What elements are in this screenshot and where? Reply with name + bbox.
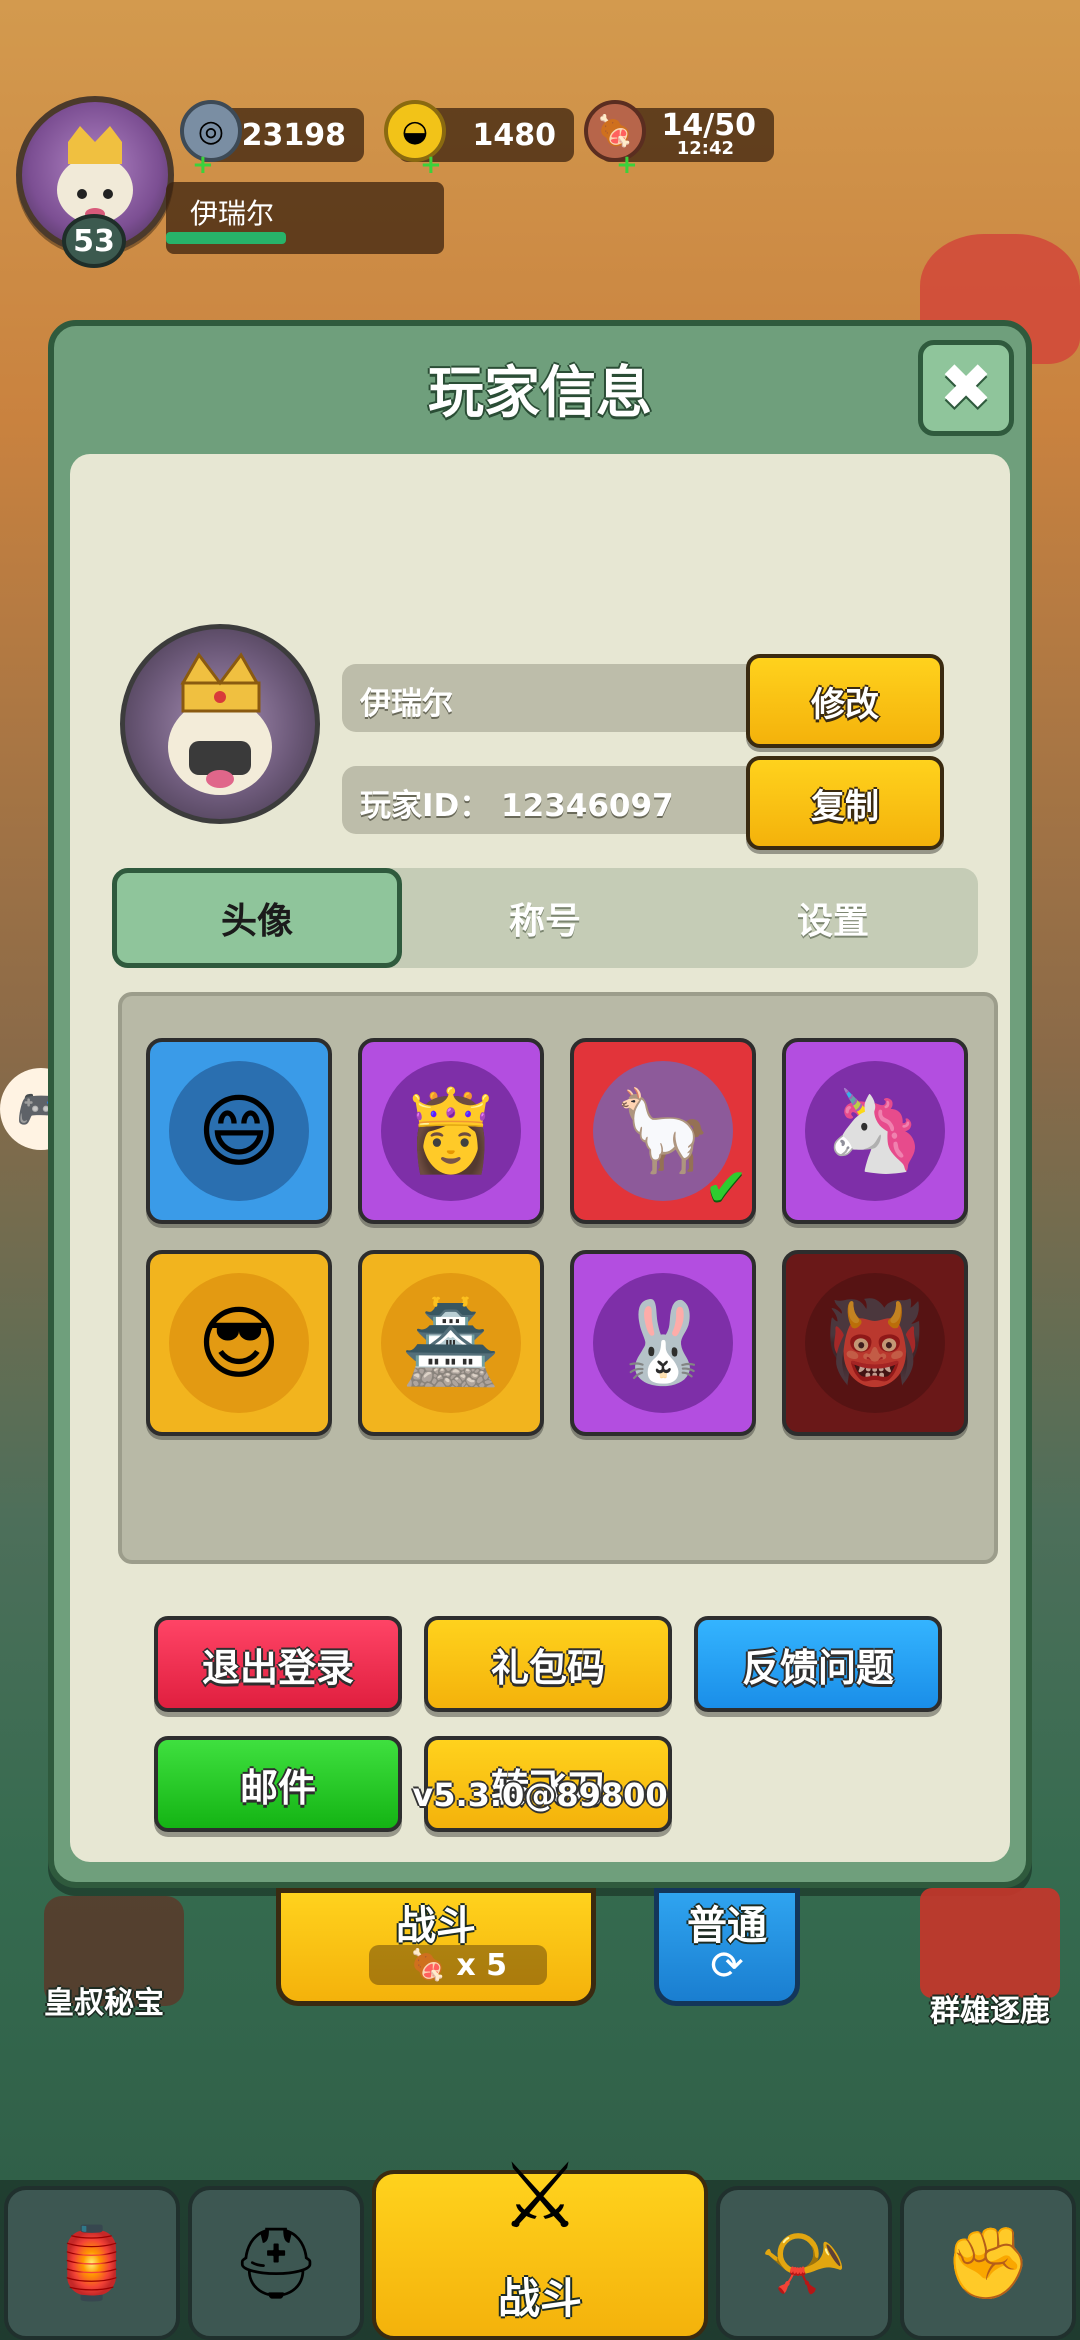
- crossed-swords-icon: ⚔: [499, 2144, 581, 2249]
- edit-name-button[interactable]: 修改: [746, 654, 944, 748]
- close-icon: ✖: [939, 351, 993, 425]
- avatar-grid: 😄 👸 🦙 ✔ 🦄 😎 🏯 🐰 👹: [118, 992, 998, 1564]
- tab-bar: 头像 称号 设置: [112, 868, 978, 968]
- avatar-option-purple-hair[interactable]: 👸: [358, 1038, 544, 1224]
- nav-battle-label: 战斗: [497, 2274, 582, 2323]
- nav-horn[interactable]: 📯: [716, 2186, 892, 2340]
- profile-avatar[interactable]: [120, 624, 320, 824]
- crowned-alpaca-icon: [168, 652, 272, 795]
- horn-icon: 📯: [760, 2221, 848, 2304]
- add-gold-icon[interactable]: +: [420, 150, 442, 180]
- exp-bar: [166, 232, 286, 244]
- purple-hair-face-icon: 👸: [381, 1061, 521, 1201]
- difficulty-button[interactable]: 普通 ⟳: [654, 1888, 800, 2006]
- heroes-banner-icon[interactable]: [920, 1888, 1060, 1998]
- logout-button[interactable]: 退出登录: [154, 1616, 402, 1712]
- stamina-value: 14/50: [661, 108, 756, 143]
- gift-code-button[interactable]: 礼包码: [424, 1616, 672, 1712]
- avatar-option-sunglasses[interactable]: 😎: [146, 1250, 332, 1436]
- player-id-field: 玩家ID： 12346097: [342, 766, 782, 834]
- player-name-field: 伊瑞尔: [342, 664, 782, 732]
- battle-button[interactable]: 战斗 🍖 x 5: [276, 1888, 596, 2006]
- nav-shop[interactable]: 🏮: [4, 2186, 180, 2340]
- heroes-label[interactable]: 群雄逐鹿: [930, 1986, 1050, 2030]
- helmet-icon: ⛑: [231, 2221, 321, 2304]
- selected-check-icon: ✔: [704, 1158, 748, 1218]
- battle-cost-value: x 5: [456, 1947, 508, 1983]
- copy-id-button[interactable]: 复制: [746, 756, 944, 850]
- close-button[interactable]: ✖: [918, 340, 1014, 436]
- avatar-option-rabbit[interactable]: 🐰: [570, 1250, 756, 1436]
- add-stamina-icon[interactable]: +: [616, 150, 638, 180]
- meat-cost-icon: 🍖: [408, 1947, 447, 1983]
- avatar-option-unicorn[interactable]: 🦄: [782, 1038, 968, 1224]
- gold-value: 1480: [472, 117, 557, 153]
- upgrade-fist-icon: ✊: [944, 2221, 1032, 2304]
- tab-settings[interactable]: 设置: [688, 868, 978, 968]
- nav-upgrade[interactable]: ✊: [900, 2186, 1076, 2340]
- nav-battle[interactable]: ⚔ 战斗: [372, 2144, 708, 2340]
- dialog-body: 伊瑞尔 修改 玩家ID： 12346097 复制 头像 称号 设置 😄 👸 🦙 …: [70, 454, 1010, 1862]
- sunglasses-face-icon: 😎: [169, 1273, 309, 1413]
- dialog-title: 玩家信息: [428, 361, 652, 426]
- warrior-face-icon: 😄: [169, 1061, 309, 1201]
- gate-icon: 🏮: [48, 2221, 136, 2304]
- refresh-icon: ⟳: [710, 1943, 744, 1989]
- stamina-timer: 12:42: [676, 138, 734, 159]
- coin-value: 23198: [241, 117, 346, 153]
- palace-icon: 🏯: [381, 1273, 521, 1413]
- player-info-dialog: 玩家信息 ✖ 伊瑞尔 修改 玩家ID： 12346097 复制 头像 称号 设置: [48, 320, 1032, 1888]
- player-level-badge: 53: [62, 214, 126, 268]
- battle-button-label: 战斗: [396, 1903, 476, 1949]
- avatar-option-crowned-alpaca[interactable]: 🦙 ✔: [570, 1038, 756, 1224]
- unicorn-face-icon: 🦄: [805, 1061, 945, 1201]
- locked-warrior-face-icon: 👹: [805, 1273, 945, 1413]
- nav-heroes[interactable]: ⛑: [188, 2186, 364, 2340]
- treasure-label[interactable]: 皇叔秘宝: [44, 1978, 164, 2022]
- avatar-option-locked-warrior[interactable]: 👹: [782, 1250, 968, 1436]
- feedback-button[interactable]: 反馈问题: [694, 1616, 942, 1712]
- avatar-option-warrior[interactable]: 😄: [146, 1038, 332, 1224]
- version-label: v5.3.0@89800: [412, 1776, 668, 1814]
- tab-avatar[interactable]: 头像: [112, 868, 402, 968]
- avatar-option-palace[interactable]: 🏯: [358, 1250, 544, 1436]
- add-coin-icon[interactable]: +: [192, 150, 214, 180]
- rabbit-face-icon: 🐰: [593, 1273, 733, 1413]
- tab-title[interactable]: 称号: [400, 868, 690, 968]
- battle-cost: 🍖 x 5: [369, 1945, 547, 1985]
